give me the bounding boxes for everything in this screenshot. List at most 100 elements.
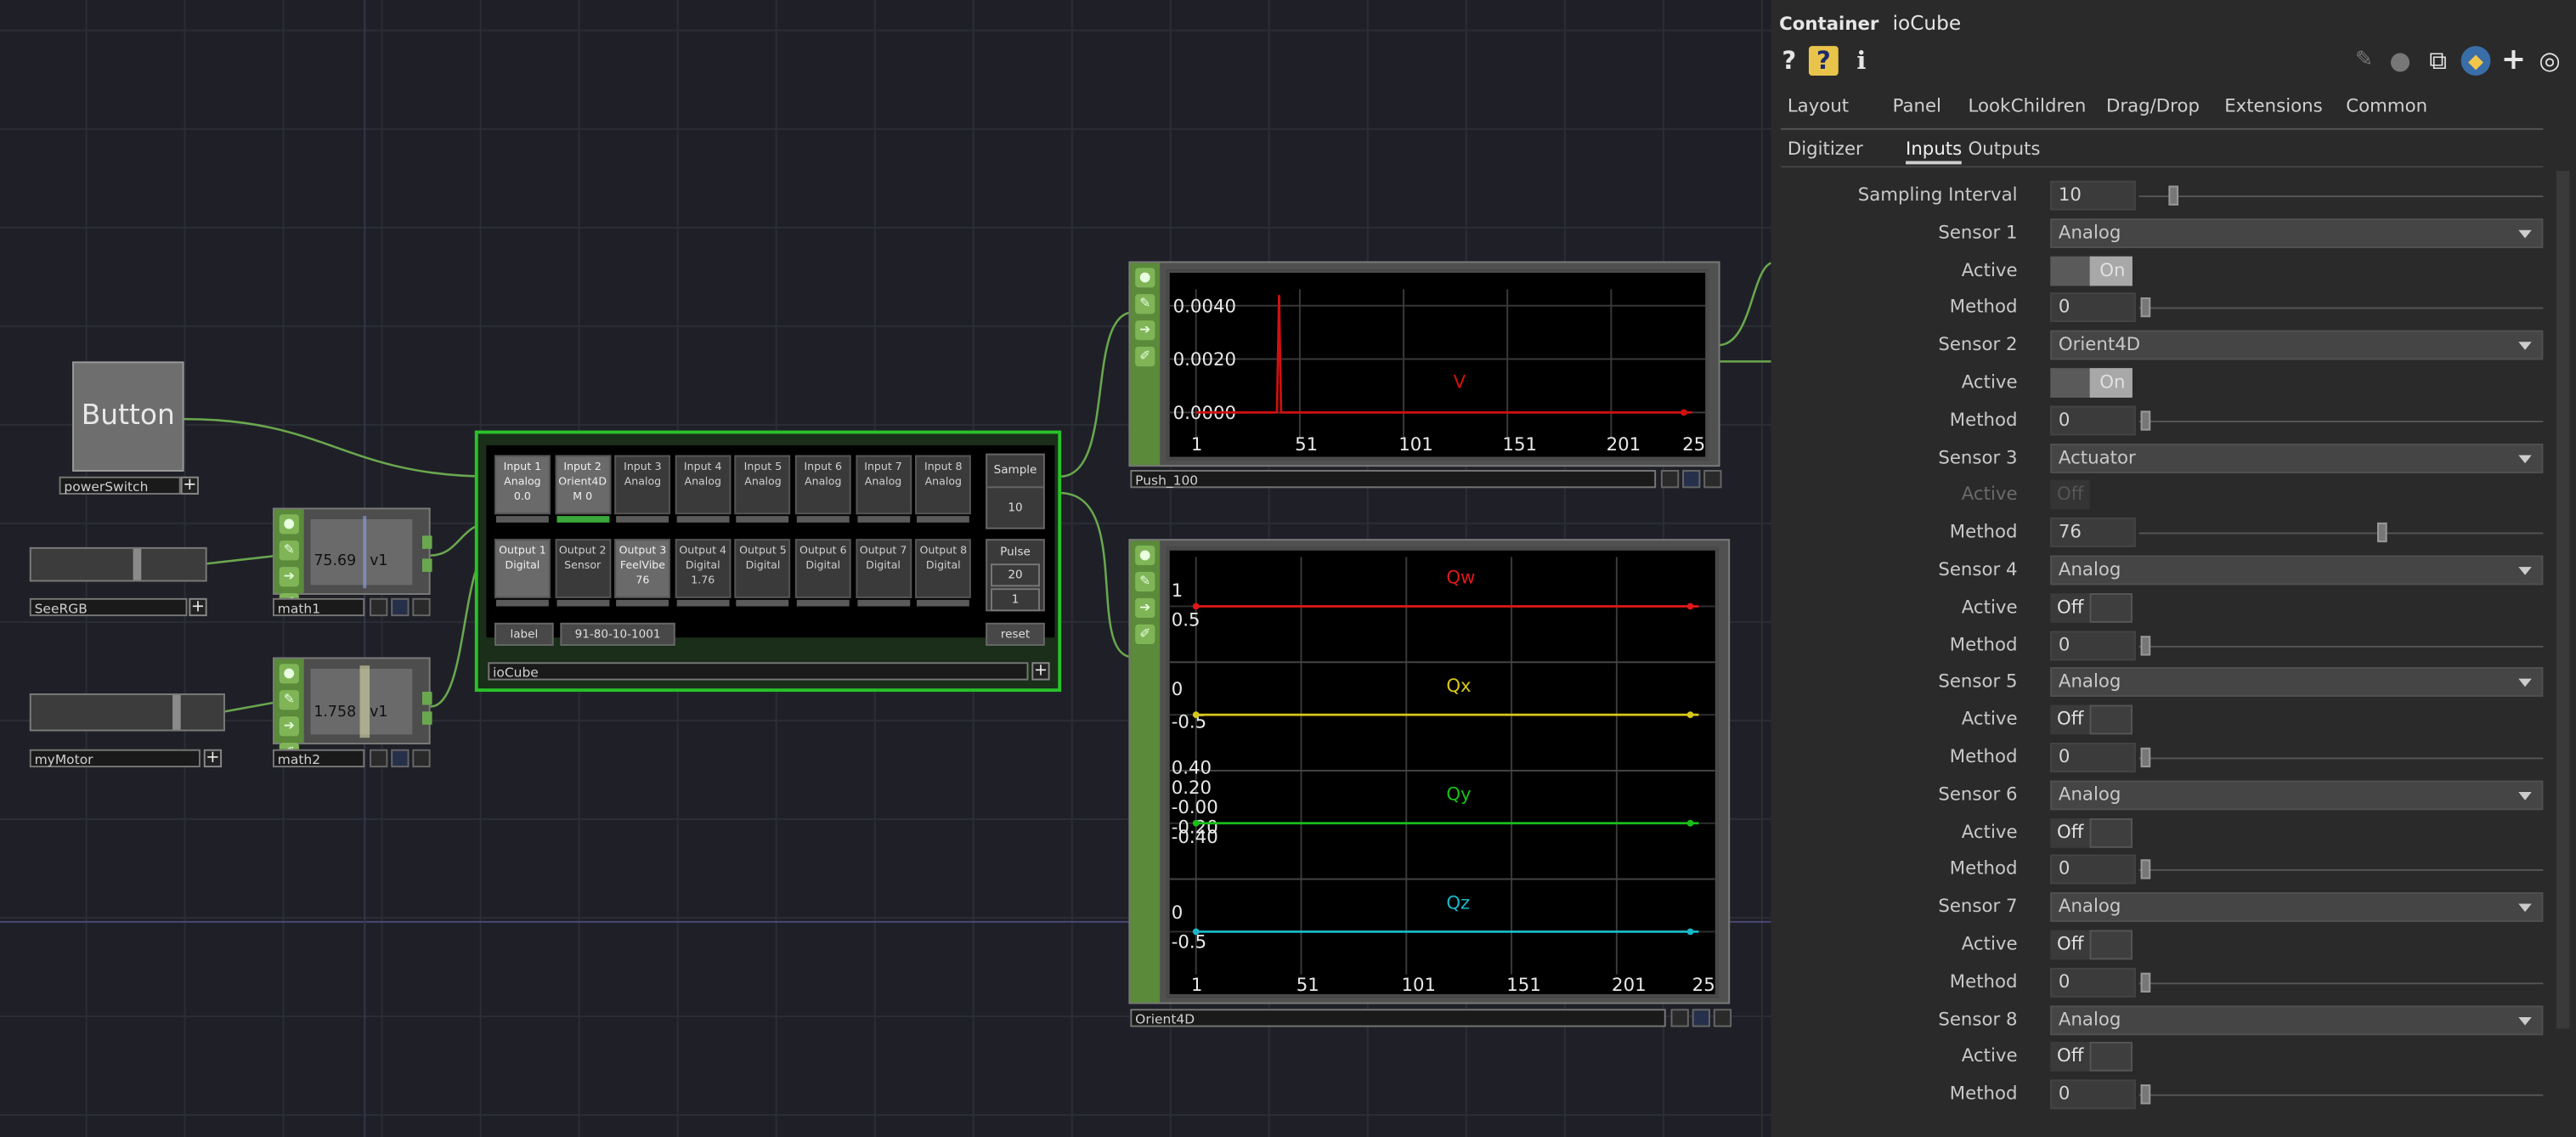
clone-icon[interactable]: ⧉	[2423, 46, 2453, 76]
sensor-4-menu[interactable]: Analog	[2050, 555, 2544, 585]
slider-op-mymotor[interactable]	[29, 693, 225, 732]
slider-thumb[interactable]	[2140, 860, 2151, 880]
active-toggle[interactable]: Off	[2050, 704, 2133, 735]
active-toggle[interactable]: Off	[2050, 592, 2133, 623]
output-cell-4[interactable]: Output 4 Digital 1.76	[675, 539, 732, 607]
slider-thumb[interactable]	[2140, 1084, 2151, 1105]
display-icon[interactable]: ➔	[1135, 597, 1155, 619]
sample-control[interactable]: Sample 10	[986, 453, 1045, 529]
input-cell-7[interactable]: Input 7 Analog	[855, 455, 912, 523]
slider-handle[interactable]	[172, 694, 181, 730]
bypass-icon[interactable]: ✎	[1135, 294, 1155, 314]
input-cell-1[interactable]: Input 1 Analog 0.0	[494, 455, 551, 523]
display-icon[interactable]: ➔	[279, 716, 299, 737]
input-cell-8[interactable]: Input 8 Analog	[915, 455, 972, 523]
op-name-field[interactable]: ioCube	[1893, 12, 1962, 35]
bypass-icon[interactable]: ✎	[279, 540, 299, 561]
input-cell-2[interactable]: Input 2 Orient4D M 0	[554, 455, 611, 523]
output-connector[interactable]	[421, 558, 432, 572]
tab-extensions[interactable]: Extensions	[2224, 95, 2323, 116]
op-name-label[interactable]: Push_100	[1130, 470, 1657, 489]
input-cell-6[interactable]: Input 6 Analog	[794, 455, 851, 523]
subtab-digitizer[interactable]: Digitizer	[1788, 138, 1863, 159]
plus-icon[interactable]: +	[203, 749, 223, 768]
op-name-label[interactable]: myMotor	[29, 749, 201, 768]
slider-track[interactable]	[2138, 532, 2544, 535]
tab-panel[interactable]: Panel	[1893, 95, 1941, 116]
method-field[interactable]: 0	[2050, 855, 2136, 885]
op-flag-buttons[interactable]	[1660, 470, 1722, 489]
output-cell-2[interactable]: Output 2 Sensor	[554, 539, 611, 607]
device-id-field[interactable]: 91-80-10-1001	[560, 622, 675, 646]
sensor-2-menu[interactable]: Orient4D	[2050, 331, 2544, 360]
active-toggle[interactable]: Off	[2050, 930, 2133, 960]
sampling-interval-field[interactable]: 10	[2050, 180, 2136, 211]
op-flag-buttons[interactable]	[370, 749, 431, 768]
method-field[interactable]: 0	[2050, 967, 2136, 998]
viewer-icon[interactable]: ●	[279, 664, 299, 684]
active-toggle[interactable]: On	[2050, 255, 2133, 286]
viewer-icon[interactable]: ●	[279, 514, 299, 535]
slider-op-seergb[interactable]	[29, 546, 207, 582]
info-icon[interactable]: i	[1846, 46, 1876, 76]
tab-dragdrop[interactable]: Drag/Drop	[2106, 95, 2200, 116]
power-switch-button-op[interactable]: Button	[72, 361, 184, 472]
sensor-7-menu[interactable]: Analog	[2050, 892, 2544, 923]
slider-thumb[interactable]	[2140, 972, 2151, 993]
pulse-control[interactable]: Pulse 20 1	[986, 539, 1045, 612]
subtab-outputs[interactable]: Outputs	[1969, 138, 2041, 159]
op-name-label[interactable]: powerSwitch	[59, 476, 181, 495]
comment-icon[interactable]: ●	[2386, 46, 2415, 76]
method-field[interactable]: 0	[2050, 405, 2136, 436]
slider-track[interactable]	[2138, 981, 2544, 984]
slider-track[interactable]	[2138, 869, 2544, 872]
reset-button[interactable]: reset	[986, 622, 1045, 646]
method-field[interactable]: 0	[2050, 630, 2136, 660]
lock-icon[interactable]: ✐	[1135, 347, 1155, 367]
sensor-3-menu[interactable]: Actuator	[2050, 443, 2544, 473]
slider-track[interactable]	[2138, 308, 2544, 310]
python-icon[interactable]: ◆	[2460, 46, 2491, 76]
sensor-1-menu[interactable]: Analog	[2050, 218, 2544, 248]
method-field[interactable]: 0	[2050, 743, 2136, 772]
op-flag-buttons[interactable]	[1670, 1009, 1732, 1027]
output-cell-5[interactable]: Output 5 Digital	[735, 539, 791, 607]
tab-layout[interactable]: Layout	[1788, 95, 1849, 116]
active-toggle[interactable]: Off	[2050, 1042, 2133, 1072]
output-cell-6[interactable]: Output 6 Digital	[794, 539, 851, 607]
slider-track[interactable]	[2138, 420, 2544, 422]
op-name-label[interactable]: math1	[272, 597, 365, 617]
viewer-icon[interactable]: ●	[1135, 545, 1155, 566]
tab-common[interactable]: Common	[2346, 95, 2427, 116]
python-help-icon[interactable]: ?	[1808, 46, 1839, 76]
op-name-label[interactable]: SeeRGB	[29, 597, 188, 617]
op-flag-buttons[interactable]	[370, 597, 431, 617]
output-connector[interactable]	[421, 711, 432, 725]
op-name-label[interactable]: ioCube	[488, 662, 1029, 681]
lock-icon[interactable]: ✐	[1135, 624, 1155, 644]
sensor-6-menu[interactable]: Analog	[2050, 780, 2544, 810]
tab-children[interactable]: Children	[2011, 95, 2087, 116]
panel-scrollbar[interactable]	[2556, 171, 2570, 1029]
push-100-trail-chop[interactable]: ● ✎ ➔ ✐ 0.0040 0.0020 0.0000 1 51 101 151 201 25 V	[1128, 261, 1720, 467]
viewer-icon[interactable]: ●	[1135, 268, 1155, 288]
input-cell-5[interactable]: Input 5 Analog	[735, 455, 791, 523]
add-icon[interactable]: +	[2499, 45, 2528, 76]
subtab-inputs[interactable]: Inputs	[1906, 138, 1963, 165]
output-cell-3[interactable]: Output 3 FeelVibe 76	[614, 539, 671, 607]
bypass-icon[interactable]: ✎	[1135, 571, 1155, 592]
active-toggle[interactable]: On	[2050, 368, 2133, 398]
iocube-container[interactable]: Input 1 Analog 0.0 Input 2 Orient4D M 0 Input …	[474, 430, 1062, 693]
math1-chop[interactable]: ●✎➔✐ 75.69 v1	[272, 507, 432, 614]
help-icon[interactable]: ?	[1774, 46, 1804, 76]
label-button[interactable]: label	[494, 622, 554, 646]
op-name-label[interactable]: math2	[272, 749, 365, 768]
pulse-value[interactable]: 20	[991, 563, 1041, 587]
input-cell-3[interactable]: Input 3 Analog	[614, 455, 671, 523]
bypass-icon[interactable]: ✎	[279, 690, 299, 710]
display-icon[interactable]: ➔	[1135, 320, 1155, 341]
slider-thumb[interactable]	[2140, 297, 2151, 318]
output-cell-1[interactable]: Output 1 Digital	[494, 539, 551, 607]
input-cell-4[interactable]: Input 4 Analog	[675, 455, 732, 523]
math2-chop[interactable]: ●✎➔✐ 1.758 v1	[272, 657, 432, 763]
